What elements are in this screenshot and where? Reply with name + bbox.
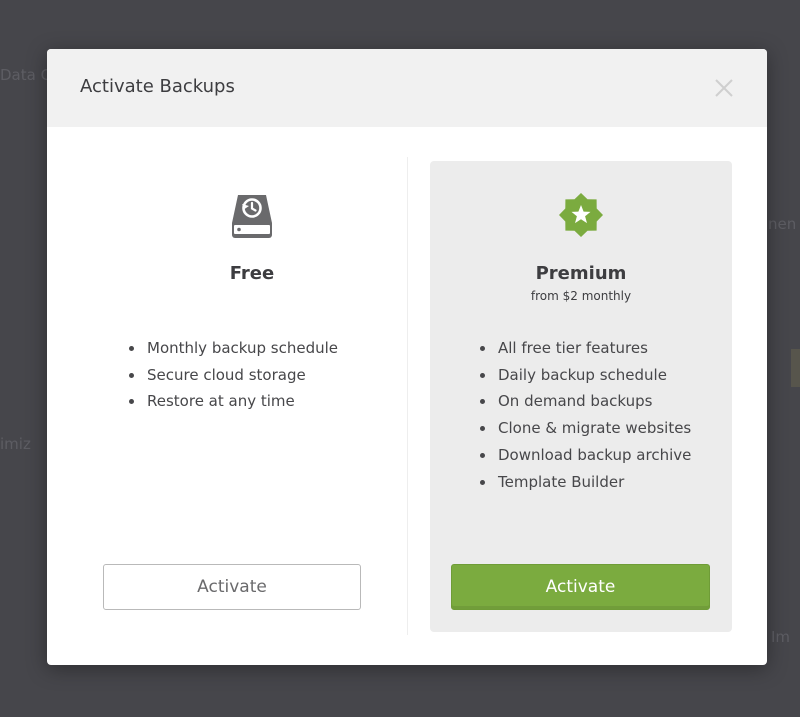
list-item: Monthly backup schedule: [127, 335, 338, 362]
activate-backups-modal: Activate Backups Free Monthly backup sch…: [47, 49, 767, 665]
premium-feature-list: All free tier features Daily backup sche…: [478, 335, 691, 495]
background-text: Im: [771, 628, 791, 646]
column-divider: [407, 157, 408, 635]
modal-title: Activate Backups: [80, 76, 235, 97]
list-item: Clone & migrate websites: [478, 415, 691, 442]
free-feature-list: Monthly backup schedule Secure cloud sto…: [127, 335, 338, 415]
close-button[interactable]: [711, 75, 737, 101]
list-item: Restore at any time: [127, 388, 338, 415]
list-item: Secure cloud storage: [127, 362, 338, 389]
free-tier-card: Free Monthly backup schedule Secure clou…: [101, 161, 403, 632]
premium-tier-card: Premium from $2 monthly All free tier fe…: [430, 161, 732, 632]
list-item: Daily backup schedule: [478, 362, 691, 389]
modal-header: Activate Backups: [47, 49, 767, 127]
list-item: Download backup archive: [478, 442, 691, 469]
list-item: All free tier features: [478, 335, 691, 362]
premium-tier-price: from $2 monthly: [530, 289, 632, 303]
background-text: imiz: [0, 435, 31, 453]
activate-premium-button[interactable]: Activate: [451, 564, 710, 610]
list-item: Template Builder: [478, 469, 691, 496]
close-icon: [715, 79, 733, 97]
activate-free-button[interactable]: Activate: [103, 564, 361, 610]
background-text: nen: [768, 215, 797, 233]
background-element: [791, 349, 800, 387]
free-tier-name: Free: [229, 263, 275, 284]
list-item: On demand backups: [478, 388, 691, 415]
star-badge-icon: [557, 191, 605, 243]
background-text: Data C: [0, 66, 52, 84]
backup-drive-icon: [230, 191, 274, 243]
premium-tier-name: Premium: [535, 263, 627, 284]
